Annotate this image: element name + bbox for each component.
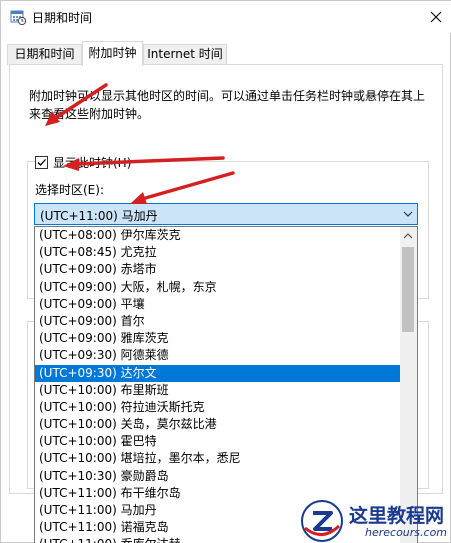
timezone-option[interactable]: (UTC+10:00) 关岛，莫尔兹比港 (35, 416, 401, 433)
tab-additional-clocks[interactable]: 附加时钟 (82, 41, 143, 66)
timezone-selected-value: (UTC+11:00) 马加丹 (40, 209, 158, 223)
close-icon (430, 11, 442, 23)
watermark-logo (301, 500, 343, 542)
timezone-dropdown-list[interactable]: (UTC+08:00) 伊尔库茨克 (UTC+08:45) 尤克拉 (UTC+09:… (34, 226, 418, 543)
timezone-option[interactable]: (UTC+10:00) 布里斯班 (35, 382, 401, 399)
timezone-option[interactable]: (UTC+09:30) 阿德莱德 (35, 347, 401, 364)
close-button[interactable] (421, 3, 451, 31)
timezone-option[interactable]: (UTC+09:00) 平壤 (35, 296, 401, 313)
show-clock-checkbox-row[interactable]: 显示此时钟(H) (35, 154, 136, 170)
tab-date-time[interactable]: 日期和时间 (7, 44, 82, 65)
dropdown-scrollbar[interactable] (400, 227, 417, 543)
timezone-option[interactable]: (UTC+10:30) 豪勋爵岛 (35, 468, 401, 485)
tab-strip: 日期和时间 附加时钟 Internet 时间 (1, 41, 451, 66)
timezone-option[interactable]: (UTC+09:00) 首尔 (35, 313, 401, 330)
show-clock-label: 显示此时钟(H) (53, 155, 132, 170)
timezone-option[interactable]: (UTC+10:00) 符拉迪沃斯托克 (35, 399, 401, 416)
checkmark-icon (37, 158, 46, 166)
show-clock-checkbox[interactable] (35, 155, 48, 169)
timezone-option[interactable]: (UTC+09:00) 赤塔市 (35, 261, 401, 278)
timezone-options: (UTC+08:00) 伊尔库茨克 (UTC+08:45) 尤克拉 (UTC+09:… (35, 227, 401, 543)
timezone-option[interactable]: (UTC+09:30) 达尔文 (35, 364, 401, 382)
clock-window-icon (10, 9, 27, 26)
watermark: 这里教程网 herecours.com (299, 498, 451, 543)
timezone-option[interactable]: (UTC+08:45) 尤克拉 (35, 244, 401, 261)
watermark-title: 这里教程网 (349, 505, 445, 527)
chevron-down-icon (403, 211, 413, 217)
timezone-option[interactable]: (UTC+09:00) 大阪，札幌，东京 (35, 279, 401, 296)
title-bar[interactable]: 日期和时间 (1, 1, 451, 33)
watermark-url: herecours.com (365, 526, 448, 539)
timezone-option[interactable]: (UTC+10:00) 霍巴特 (35, 433, 401, 450)
timezone-option[interactable]: (UTC+10:00) 堪培拉，墨尔本，悉尼 (35, 450, 401, 467)
timezone-combobox[interactable]: (UTC+11:00) 马加丹 (34, 203, 418, 225)
date-time-dialog: 日期和时间 日期和时间 附加时钟 Internet 时间 附加时钟可以显示其他时… (0, 0, 451, 543)
timezone-option[interactable]: (UTC+08:00) 伊尔库茨克 (35, 227, 401, 244)
timezone-option[interactable]: (UTC+09:00) 雅库茨克 (35, 330, 401, 347)
scroll-up-arrow-icon[interactable] (403, 232, 413, 240)
description-text: 附加时钟可以显示其他时区的时间。可以通过单击任务栏时钟或悬停在其上来查看这些附加… (29, 89, 426, 121)
timezone-label: 选择时区(E): (35, 183, 104, 197)
window-title: 日期和时间 (32, 11, 93, 25)
tab-internet-time[interactable]: Internet 时间 (143, 44, 227, 65)
scroll-thumb[interactable] (402, 247, 414, 332)
